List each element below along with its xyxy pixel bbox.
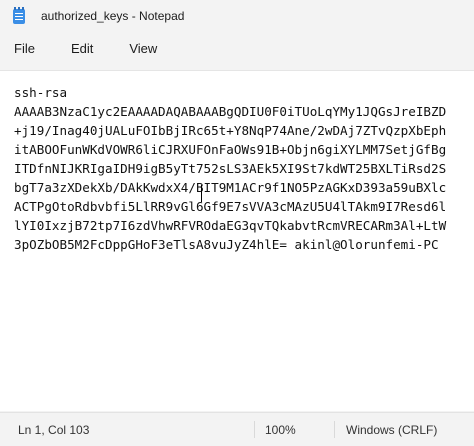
status-divider — [254, 421, 255, 438]
editor-line: bgT7a3zXDekXb/DAkKwdxX4/BIT9M1ACr9f1NO5P… — [14, 180, 447, 195]
menu-edit[interactable]: Edit — [63, 36, 101, 61]
editor-line: 3pOZbOB5M2FcDppGHoF3eTlsA8vuJyZ4hlE= aki… — [14, 237, 439, 252]
menu-view[interactable]: View — [121, 36, 165, 61]
text-caret — [201, 185, 202, 202]
line-ending[interactable]: Windows (CRLF) — [346, 423, 437, 437]
editor-line: AAAAB3NzaC1yc2EAAAADAQABAAABgQDIU0F0iTUo… — [14, 104, 447, 119]
editor-content[interactable]: ssh-rsa AAAAB3NzaC1yc2EAAAADAQABAAABgQDIU… — [14, 83, 446, 254]
editor-line: ITDfnNIJKRIgaIDH9igB5yTt752sLS3AEk5XI9St… — [14, 161, 447, 176]
editor-line: ssh-rsa — [14, 85, 68, 100]
window-title: authorized_keys - Notepad — [41, 9, 185, 23]
notepad-icon — [13, 6, 25, 24]
title-bar: authorized_keys - Notepad — [0, 0, 474, 32]
zoom-level[interactable]: 100% — [265, 423, 296, 437]
menu-bar: File Edit View — [0, 32, 474, 64]
text-editor[interactable]: ssh-rsa AAAAB3NzaC1yc2EAAAADAQABAAABgQDIU… — [0, 70, 474, 411]
editor-line: itABOOFunWKdVOWR6liCJRXUFOnFaOWs91B+Objn… — [14, 142, 447, 157]
editor-line: lYI0IxzjB72tp7I6zdVhwRFVROdaEG3qvTQkabvt… — [14, 218, 447, 233]
menu-file[interactable]: File — [6, 36, 43, 61]
editor-line: +j19/Inag40jUALuFOIbBjIRc65t+Y8NqP74Ane/… — [14, 123, 447, 138]
status-divider — [334, 421, 335, 438]
cursor-position: Ln 1, Col 103 — [18, 423, 90, 437]
status-bar: Ln 1, Col 103 100% Windows (CRLF) — [0, 412, 474, 446]
editor-line: ACTPgOtoRdbvbfi5LlRR9vGl6Gf9E7sVVA3cMAzU… — [14, 199, 447, 214]
